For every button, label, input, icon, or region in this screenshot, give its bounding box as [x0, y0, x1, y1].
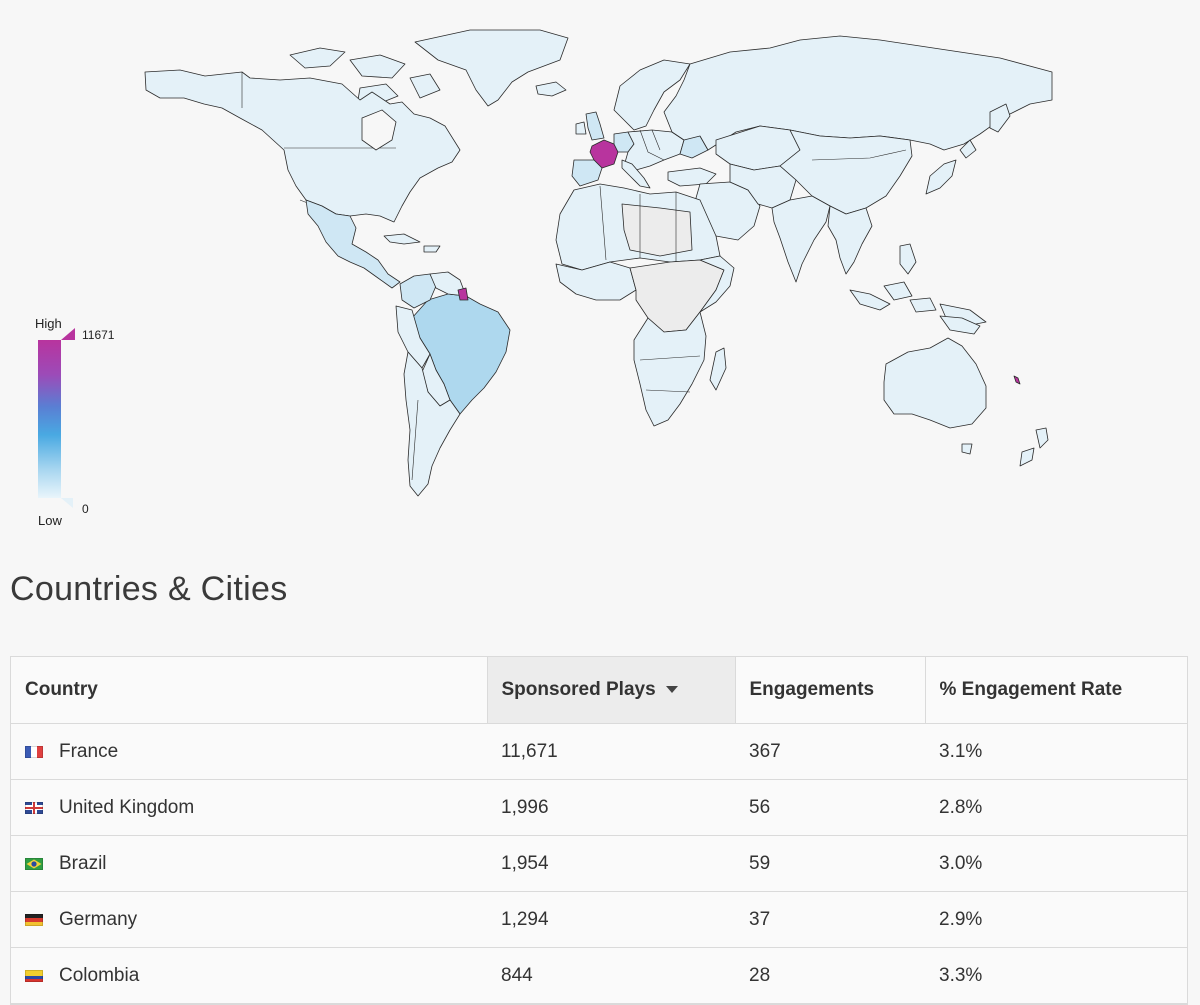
map-southeast-asia[interactable]: [827, 205, 873, 275]
map-north-america[interactable]: [144, 69, 461, 223]
legend-max-marker: [61, 328, 75, 340]
rate-cell: 2.9%: [925, 891, 1187, 948]
countries-table: Country Sponsored Plays Engagements % En…: [10, 656, 1188, 1005]
plays-cell: 1,996: [487, 779, 735, 836]
column-header-label: Engagements: [749, 679, 875, 700]
world-choropleth-map[interactable]: High 11671 0 Low: [0, 0, 1200, 540]
map-west-africa[interactable]: [555, 261, 637, 301]
country-name: United Kingdom: [59, 796, 195, 818]
france-flag-icon: [25, 745, 43, 758]
legend-color-scale: [38, 340, 61, 498]
table-row[interactable]: Germany 1,294 37 2.9%: [11, 891, 1187, 948]
table-header-row: Country Sponsored Plays Engagements % En…: [11, 657, 1187, 724]
country-cell: Brazil: [11, 835, 487, 892]
engagements-cell: 37: [735, 891, 925, 948]
table-row[interactable]: Colombia 844 28 3.3%: [11, 947, 1187, 1004]
legend-min-value: 0: [82, 502, 89, 516]
column-header-label: Sponsored Plays: [501, 679, 656, 700]
plays-cell: 1,954: [487, 835, 735, 892]
map-tasmania[interactable]: [961, 443, 973, 455]
map-central-africa[interactable]: [629, 259, 725, 333]
engagements-cell: 59: [735, 835, 925, 892]
legend-max-value: 11671: [82, 328, 115, 342]
plays-cell: 1,294: [487, 891, 735, 948]
legend-low-label: Low: [38, 513, 62, 528]
map-sahara-no-data[interactable]: [621, 203, 693, 257]
country-name: France: [59, 740, 119, 762]
table-row[interactable]: United Kingdom 1,996 56 2.8%: [11, 779, 1187, 836]
engagements-cell: 28: [735, 947, 925, 1004]
map-french-guiana[interactable]: [457, 287, 469, 301]
plays-cell: 844: [487, 947, 735, 1004]
map-madagascar[interactable]: [709, 347, 727, 391]
country-name: Brazil: [59, 852, 107, 874]
map-united-kingdom[interactable]: [585, 111, 605, 141]
map-new-caledonia[interactable]: [1013, 375, 1021, 385]
brazil-flag-icon: [25, 857, 43, 870]
rate-cell: 3.3%: [925, 947, 1187, 1004]
rate-cell: 2.8%: [925, 779, 1187, 836]
uk-flag-icon: [25, 801, 43, 814]
table-row[interactable]: France 11,671 367 3.1%: [11, 723, 1187, 780]
engagements-cell: 367: [735, 723, 925, 780]
map-cuba[interactable]: [383, 233, 441, 253]
column-header-sponsored-plays[interactable]: Sponsored Plays: [487, 657, 736, 724]
country-name: Germany: [59, 908, 138, 930]
country-cell: Germany: [11, 891, 487, 948]
country-cell: United Kingdom: [11, 779, 487, 836]
world-map-svg[interactable]: [0, 0, 1200, 540]
column-header-label: Country: [25, 679, 98, 700]
map-new-zealand[interactable]: [1019, 427, 1049, 467]
column-header-engagement-rate[interactable]: % Engagement Rate: [925, 657, 1187, 724]
map-russia[interactable]: [663, 35, 1053, 151]
map-philippines[interactable]: [899, 243, 917, 275]
column-header-label: % Engagement Rate: [939, 679, 1123, 700]
legend-min-marker: [61, 498, 73, 508]
column-header-country[interactable]: Country: [11, 657, 488, 724]
column-header-engagements[interactable]: Engagements: [735, 657, 926, 724]
map-central-europe[interactable]: [623, 129, 685, 171]
table-row[interactable]: Brazil 1,954 59 3.0%: [11, 835, 1187, 892]
plays-cell: 11,671: [487, 723, 735, 780]
map-iceland[interactable]: [535, 81, 567, 97]
map-australia[interactable]: [883, 337, 987, 429]
map-india[interactable]: [771, 195, 831, 283]
engagements-cell: 56: [735, 779, 925, 836]
rate-cell: 3.1%: [925, 723, 1187, 780]
rate-cell: 3.0%: [925, 835, 1187, 892]
country-name: Colombia: [59, 964, 140, 986]
sort-descending-icon[interactable]: [665, 686, 678, 694]
country-cell: Colombia: [11, 947, 487, 1004]
map-spain[interactable]: [571, 159, 603, 187]
germany-flag-icon: [25, 913, 43, 926]
colombia-flag-icon: [25, 969, 43, 982]
legend-high-label: High: [35, 316, 62, 331]
map-ireland[interactable]: [575, 121, 587, 135]
section-title: Countries & Cities: [10, 570, 288, 608]
country-cell: France: [11, 723, 487, 780]
map-legend: High 11671 0 Low: [28, 312, 138, 532]
